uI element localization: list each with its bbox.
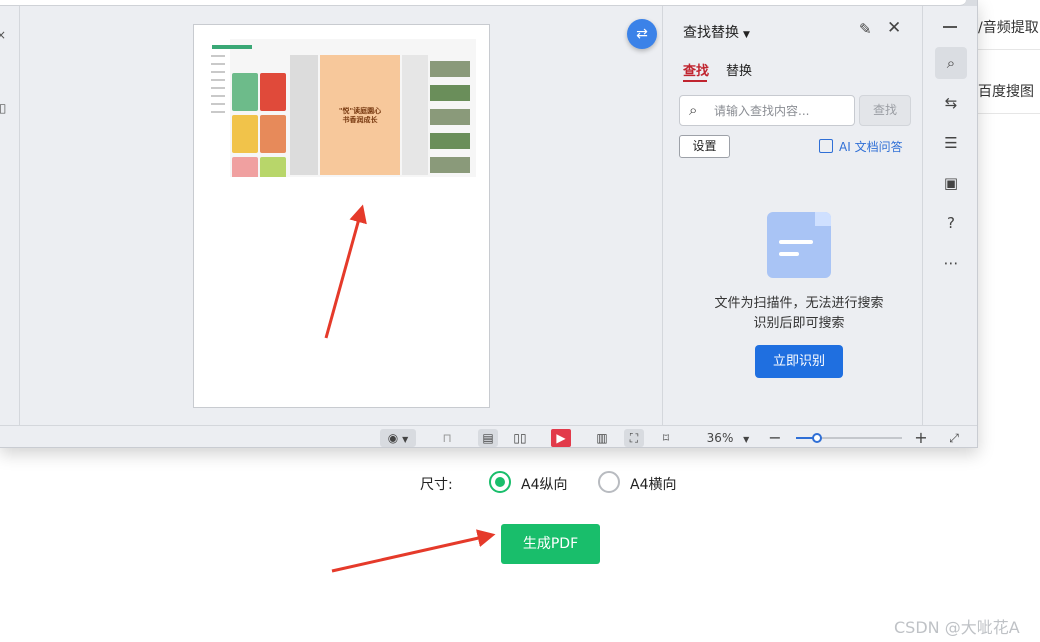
single-page-icon[interactable]: ▤ (478, 429, 498, 447)
search-icon[interactable]: ⌕ (935, 47, 967, 79)
page-thumbnail-image: "悦"读庭園心 书香润成长 (208, 39, 476, 177)
ai-doc-icon (819, 139, 833, 153)
find-button[interactable]: 查找 (859, 95, 911, 126)
status-bar: ◉ ▼ ⊓ ▤ ▯▯ ▶ ▥ ⛶ ⌑ 36% ▼ − + ⤢ (0, 425, 977, 447)
chevron-down-icon: ▼ (743, 435, 750, 444)
scan-message: 文件为扫描件，无法进行搜索 识别后即可搜索 (663, 294, 935, 334)
arrow-to-generate (331, 529, 496, 573)
active-tab-indicator (683, 80, 707, 82)
pin-icon[interactable]: ✎ (859, 20, 872, 38)
recognize-button[interactable]: 立即识别 (755, 345, 843, 378)
background-page-strip: /音频提取 百度搜图 (978, 0, 1040, 160)
help-icon[interactable]: ? (935, 207, 967, 239)
radio-a4-portrait[interactable] (489, 471, 511, 493)
zoom-value: 36% (706, 431, 734, 445)
document-illustration (767, 212, 831, 278)
book-search-icon[interactable]: ▣ (935, 167, 967, 199)
zoom-dropdown[interactable]: 36% ▼ (700, 429, 756, 447)
scan-message-line2: 识别后即可搜索 (753, 316, 845, 331)
document-canvas[interactable]: "悦"读庭園心 书香润成长 ⇄ (21, 6, 661, 425)
radio-label-a4-landscape[interactable]: A4横向 (630, 474, 676, 494)
crop-view-icon[interactable]: ⌑ (656, 429, 676, 447)
book-view-icon[interactable]: ▥ (592, 429, 612, 447)
document-convert-icon: ⇄ (636, 26, 648, 42)
radio-a4-landscape[interactable] (598, 471, 620, 493)
document-page: "悦"读庭園心 书香润成长 (193, 24, 490, 408)
minimize-icon[interactable] (943, 26, 957, 28)
search-icon: ⌕ (689, 101, 698, 119)
size-label: 尺寸: (420, 477, 453, 493)
zoom-in-icon[interactable]: + (912, 429, 930, 447)
ai-doc-qa-link[interactable]: AI 文档问答 (819, 138, 903, 155)
chevron-down-icon: ▼ (743, 30, 750, 40)
find-replace-panel: 查找替换▼ ✎ ✕ 查找 替换 ⌕ 查找 设置 AI 文档问答 文件为扫描件，无… (662, 6, 922, 425)
panel-title-dropdown[interactable]: 查找替换 ▼ (683, 22, 750, 42)
chevron-down-icon: ▼ (402, 435, 409, 444)
more-icon[interactable]: ⋯ (935, 247, 967, 279)
tab-replace[interactable]: 替换 (726, 60, 752, 79)
fit-page-icon[interactable]: ⊓ (438, 429, 456, 447)
right-tool-rail: ⌕ ⇆ ☰ ▣ ? ⋯ (922, 6, 977, 425)
zoom-out-icon[interactable]: − (766, 429, 784, 447)
search-field[interactable]: ⌕ (679, 95, 855, 126)
fullscreen-icon[interactable]: ⤢ (944, 429, 964, 447)
watermark: CSDN @大呲花A (894, 618, 1020, 637)
background-row-audio: /音频提取 (978, 6, 1040, 50)
search-input[interactable] (714, 102, 850, 120)
left-panel: × ◫ (0, 6, 20, 425)
radio-label-a4-portrait[interactable]: A4纵向 (521, 474, 567, 494)
play-icon[interactable]: ▶ (551, 429, 571, 447)
tab-find[interactable]: 查找 (683, 60, 709, 79)
sliders-icon[interactable]: ☰ (935, 127, 967, 159)
background-row-image-search: 百度搜图 (978, 70, 1040, 114)
translate-icon[interactable]: ⇆ (935, 87, 967, 119)
pdf-viewer-window: × ◫ " (0, 0, 978, 448)
floating-tool-button[interactable]: ⇄ (627, 19, 657, 49)
thumb-title-line1: "悦"读庭園心 (338, 107, 382, 115)
settings-button[interactable]: 设置 (679, 135, 730, 158)
view-mode-dropdown[interactable]: ◉ ▼ (380, 429, 416, 447)
fit-width-icon[interactable]: ⛶ (624, 429, 644, 447)
left-panel-icon[interactable]: ◫ (0, 101, 6, 115)
eye-icon: ◉ (387, 431, 399, 445)
scan-message-line1: 文件为扫描件，无法进行搜索 (714, 296, 884, 311)
close-icon[interactable]: ✕ (887, 18, 901, 38)
generate-pdf-button[interactable]: 生成PDF (501, 524, 600, 564)
thumb-title-line2: 书香润成长 (342, 116, 378, 124)
left-close-icon[interactable]: × (0, 28, 6, 42)
zoom-slider-handle[interactable] (812, 433, 823, 443)
double-page-icon[interactable]: ▯▯ (510, 429, 530, 447)
